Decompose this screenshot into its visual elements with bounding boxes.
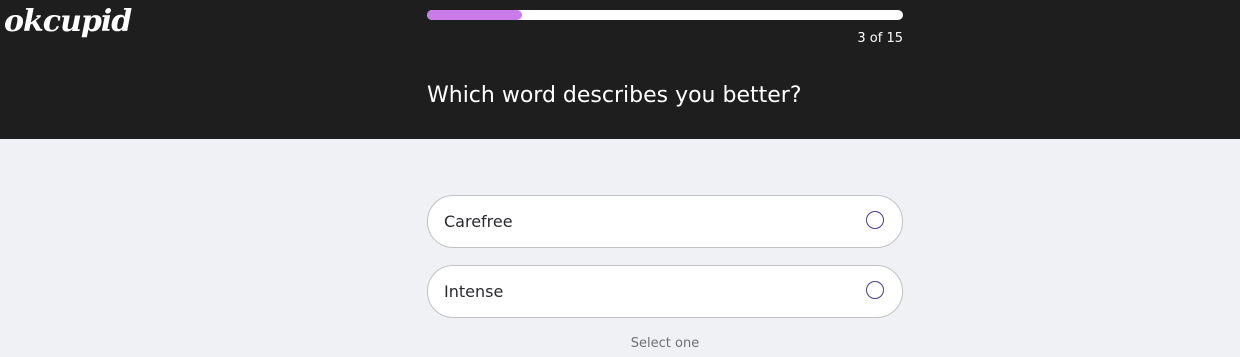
progress-counter: 3 of 15 — [857, 31, 903, 46]
radio-unchecked-icon[interactable] — [866, 281, 884, 299]
question-title: Which word describes you better? — [427, 83, 802, 108]
answer-option-label: Carefree — [444, 212, 513, 231]
answer-option-label: Intense — [444, 282, 504, 301]
header-bar: okcupid 3 of 15 Which word describes you… — [0, 0, 1240, 139]
answer-option-intense[interactable]: Intense — [427, 265, 903, 318]
okcupid-logo[interactable]: okcupid — [4, 2, 132, 42]
progress-bar — [427, 10, 903, 20]
select-one-hint: Select one — [630, 336, 700, 351]
progress-bar-fill — [427, 10, 523, 20]
answer-option-carefree[interactable]: Carefree — [427, 195, 903, 248]
radio-unchecked-icon[interactable] — [866, 211, 884, 229]
